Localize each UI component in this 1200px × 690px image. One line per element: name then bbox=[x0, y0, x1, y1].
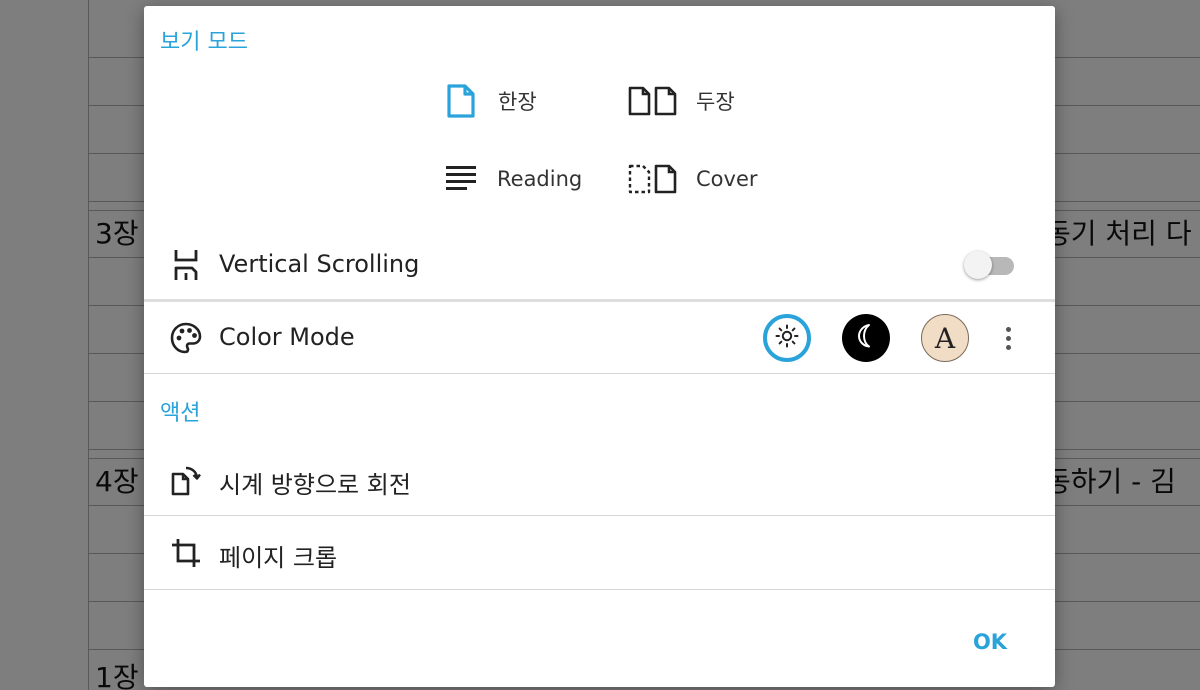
color-mode-sepia-button[interactable]: A bbox=[921, 314, 969, 362]
palette-icon bbox=[170, 322, 202, 354]
crop-page-row[interactable]: 페이지 크롭 bbox=[144, 517, 1055, 589]
more-vert-icon[interactable] bbox=[996, 318, 1020, 358]
cover-page-icon bbox=[628, 161, 680, 197]
row-divider bbox=[144, 589, 1055, 590]
view-option-single[interactable]: 한장 bbox=[444, 79, 537, 123]
view-settings-dialog: 보기 모드 한장 두장 Reading Cover Vertical Scrol… bbox=[144, 6, 1055, 687]
rotate-clockwise-label: 시계 방향으로 회전 bbox=[219, 471, 411, 499]
color-mode-light-button[interactable] bbox=[763, 314, 811, 362]
vertical-scrolling-row[interactable]: Vertical Scrolling bbox=[144, 232, 1055, 298]
section-divider bbox=[144, 373, 1055, 374]
single-page-icon bbox=[444, 83, 478, 119]
view-option-double[interactable]: 두장 bbox=[628, 79, 735, 123]
sepia-glyph: A bbox=[934, 321, 956, 355]
ok-button[interactable]: OK bbox=[962, 622, 1018, 662]
vertical-scrolling-toggle[interactable] bbox=[964, 249, 1016, 281]
color-mode-row: Color Mode A bbox=[144, 303, 1055, 373]
view-mode-section-title: 보기 모드 bbox=[160, 30, 248, 55]
view-option-label: 한장 bbox=[498, 90, 537, 114]
view-option-label: 두장 bbox=[696, 90, 735, 114]
rotate-clockwise-icon bbox=[170, 464, 202, 496]
color-mode-label: Color Mode bbox=[219, 323, 355, 351]
vertical-scrolling-label: Vertical Scrolling bbox=[219, 250, 420, 278]
actions-section-title: 액션 bbox=[160, 401, 201, 426]
section-divider bbox=[144, 299, 1055, 302]
view-option-cover[interactable]: Cover bbox=[628, 157, 758, 201]
double-page-icon bbox=[628, 83, 680, 119]
toggle-thumb bbox=[964, 251, 992, 279]
reading-lines-icon bbox=[444, 161, 478, 197]
view-option-label: Cover bbox=[696, 167, 758, 191]
rotate-clockwise-row[interactable]: 시계 방향으로 회전 bbox=[144, 446, 1055, 514]
moon-icon bbox=[854, 323, 878, 353]
crop-page-label: 페이지 크롭 bbox=[219, 544, 338, 572]
crop-icon bbox=[170, 537, 202, 569]
view-option-reading[interactable]: Reading bbox=[444, 157, 582, 201]
row-divider bbox=[144, 515, 1055, 516]
sun-icon bbox=[775, 324, 799, 352]
view-option-label: Reading bbox=[497, 167, 583, 191]
vertical-scroll-icon bbox=[170, 249, 202, 281]
color-mode-dark-button[interactable] bbox=[842, 314, 890, 362]
